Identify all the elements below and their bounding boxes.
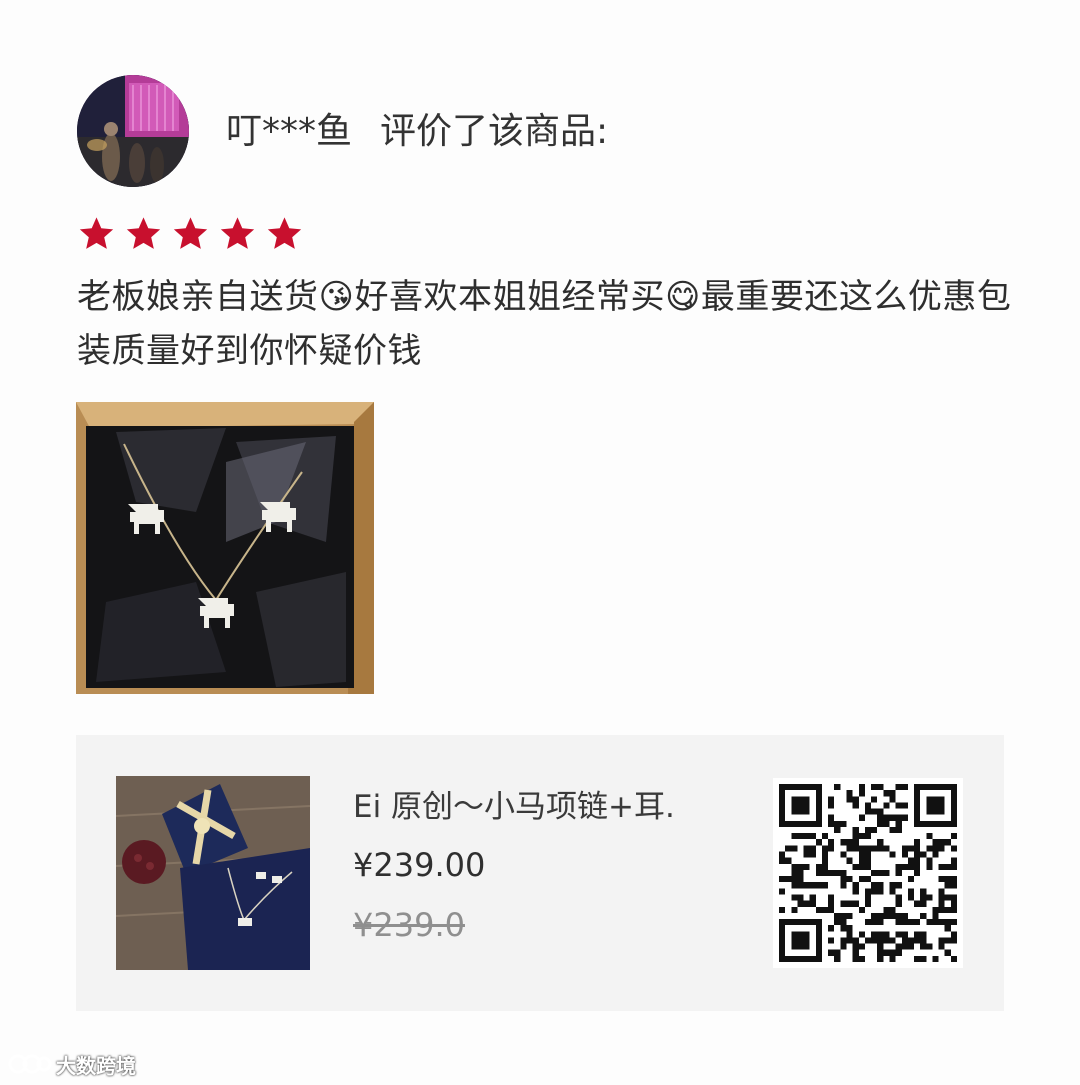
product-price: ¥239.00: [353, 846, 486, 884]
star-icon: [78, 215, 115, 252]
product-thumbnail-image: [116, 776, 310, 970]
star-icon: [219, 215, 256, 252]
reviewer-avatar[interactable]: [77, 75, 189, 187]
watermark: 大数跨境: [8, 1050, 136, 1078]
review-photo-image: [76, 402, 374, 694]
reviewer-name[interactable]: 叮***鱼: [226, 111, 352, 152]
star-icon: [266, 215, 303, 252]
qr-code-image: [779, 784, 957, 962]
product-thumbnail[interactable]: [116, 776, 310, 970]
star-icon: [125, 215, 162, 252]
star-rating: [78, 215, 303, 255]
reviewer-line: 叮***鱼 评价了该商品:: [226, 108, 608, 156]
review-photo[interactable]: [76, 402, 374, 694]
product-original-price: ¥239.0: [353, 906, 465, 944]
product-card[interactable]: Ei 原创～小马项链+耳. ¥239.00 ¥239.0: [76, 735, 1004, 1011]
review-action-text: 评价了该商品:: [380, 111, 609, 152]
qr-code[interactable]: [773, 778, 963, 968]
review-text: 老板娘亲自送货😘好喜欢本姐姐经常买😋最重要还这么优惠包装质量好到你怀疑价钱: [77, 277, 1012, 371]
watermark-text: 大数跨境: [56, 1053, 136, 1078]
review-share-card: 叮***鱼 评价了该商品: 老板娘亲自送货😘好喜欢本姐姐经常买😋最重要还这么优惠包…: [0, 0, 1080, 1085]
watermark-logo-icon: [8, 1054, 52, 1074]
product-title[interactable]: Ei 原创～小马项链+耳.: [353, 785, 733, 829]
star-icon: [172, 215, 209, 252]
avatar-image: [77, 75, 189, 187]
